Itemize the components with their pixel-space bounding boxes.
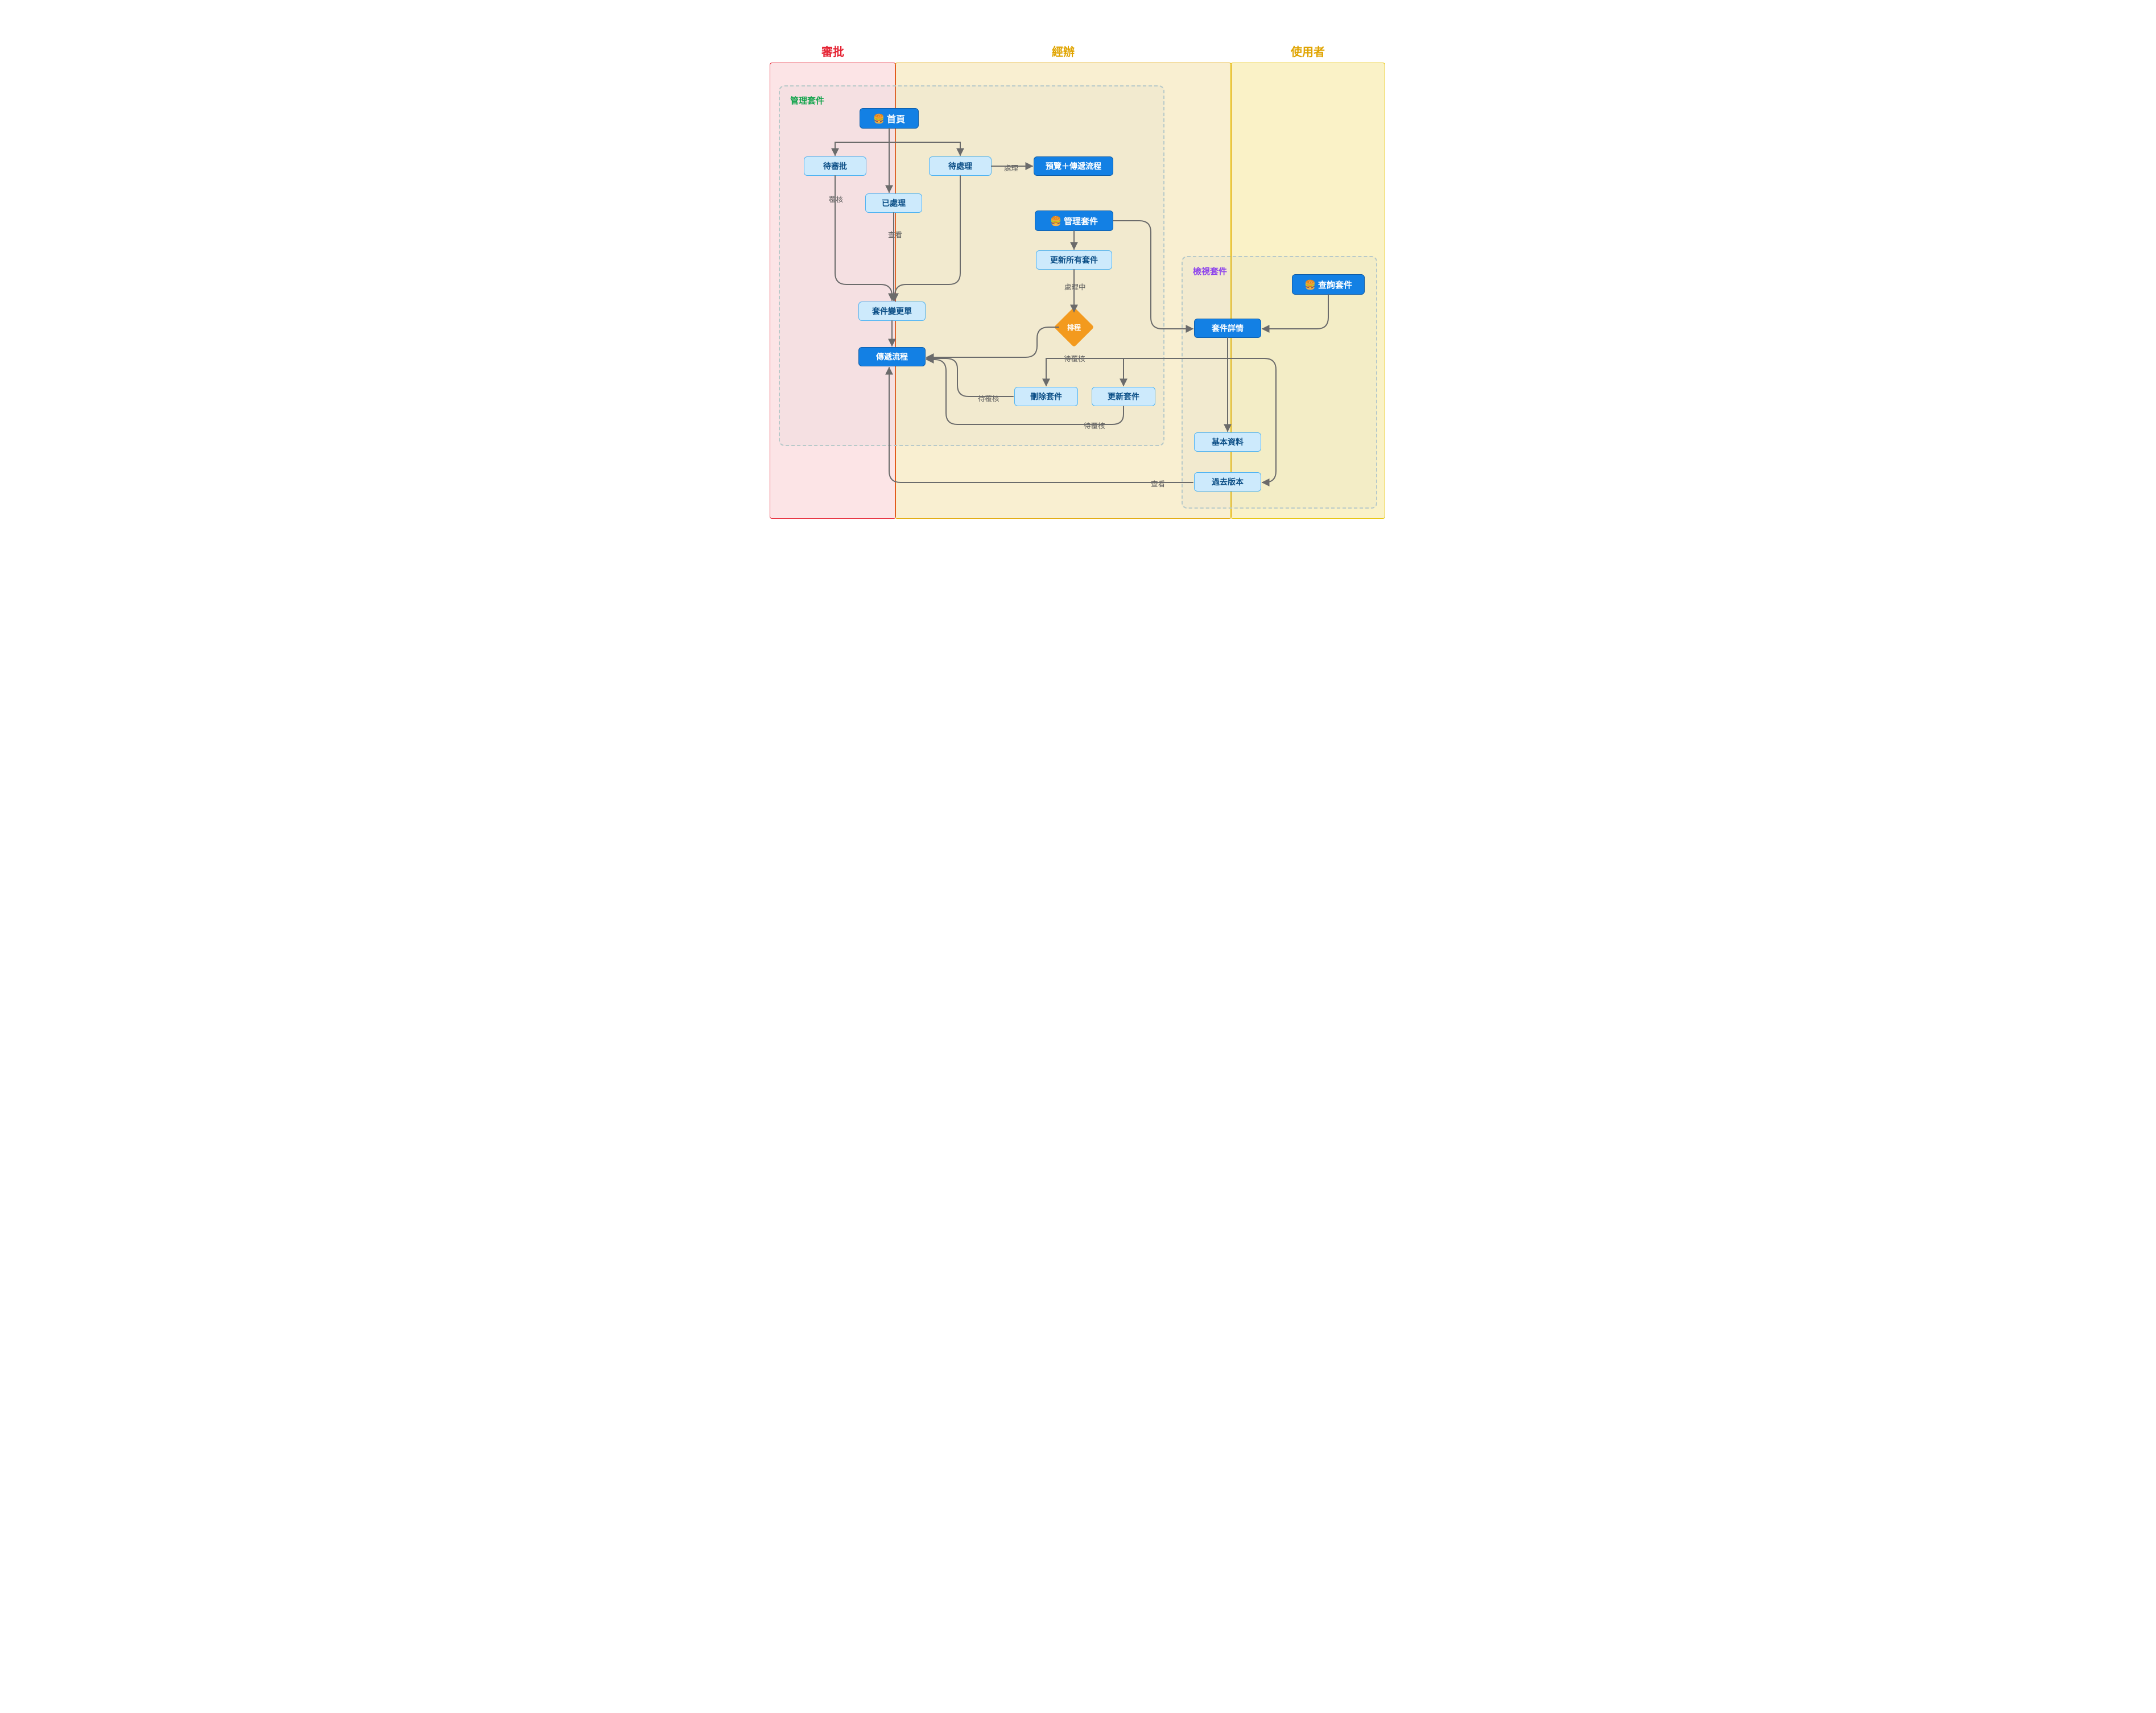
diagram-stage: 審批 經辦 使用者 管理套件 檢視套件 🍔 首頁 預覽＋傳遞流程 🍔 管理套件 … xyxy=(718,0,1438,571)
wires xyxy=(718,0,1438,571)
